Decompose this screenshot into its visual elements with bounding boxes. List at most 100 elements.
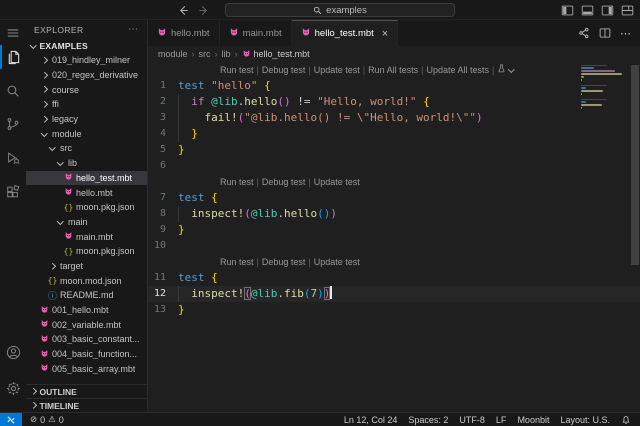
codelens-action[interactable]: Update All tests	[427, 62, 490, 78]
source-control-icon[interactable]	[0, 112, 26, 136]
code-line-8[interactable]: 8 inspect!(@lib.hello())	[148, 206, 640, 222]
tree-item-002-variable-mbt[interactable]: 002_variable.mbt	[26, 317, 147, 332]
close-icon[interactable]: ×	[382, 28, 388, 40]
tree-root-examples[interactable]: EXAMPLES	[26, 39, 147, 53]
tree-item-target[interactable]: target	[26, 259, 147, 274]
line-number: 6	[148, 158, 178, 174]
tree-item-001-hello-mbt[interactable]: 001_hello.mbt	[26, 303, 147, 318]
chevron-right-icon	[30, 402, 36, 408]
codelens-action[interactable]: Update test	[314, 174, 360, 190]
codelens-action[interactable]: Update test	[314, 254, 360, 270]
nav-back-icon[interactable]	[178, 5, 189, 16]
vertical-scrollbar[interactable]	[631, 65, 639, 265]
code-line-13[interactable]: 13}	[148, 302, 640, 318]
test-flask-icon[interactable]	[497, 62, 506, 78]
code-line-10[interactable]: 10	[148, 238, 640, 254]
remote-indicator[interactable]	[0, 413, 22, 426]
status-item-layout[interactable]: Layout: U.S.	[560, 415, 610, 425]
codelens-action[interactable]: Debug test	[262, 174, 306, 190]
text-cursor	[330, 286, 332, 299]
tree-item-main[interactable]: main	[26, 215, 147, 230]
status-item-lf[interactable]: LF	[496, 415, 507, 425]
code-line-7[interactable]: 7test {	[148, 190, 640, 206]
section-timeline[interactable]: TIMELINE	[26, 398, 147, 412]
code-line-3[interactable]: 3 fail!("@lib.hello() != \"Hello, world!…	[148, 110, 640, 126]
tree-item-label: moon.pkg.json	[74, 246, 135, 256]
search-view-icon[interactable]	[0, 79, 26, 103]
tab-hello-mbt[interactable]: hello.mbt	[148, 20, 220, 46]
toggle-primary-sidebar-icon[interactable]	[561, 4, 574, 17]
menu-icon[interactable]	[0, 21, 26, 45]
indent-guide	[178, 206, 179, 222]
chevron-down-icon[interactable]	[508, 66, 514, 72]
editor-group: hello.mbtmain.mbthello_test.mbt× ⋯ modul…	[148, 20, 640, 412]
code-line-1[interactable]: 1test "hello" {	[148, 78, 640, 94]
codelens-action[interactable]: Run test	[220, 62, 254, 78]
codelens-action[interactable]: Update test	[314, 62, 360, 78]
code-editor[interactable]: Run test|Debug test|Update test|Run All …	[148, 62, 640, 412]
tree-item-moon-mod-json[interactable]: {}moon.mod.json	[26, 273, 147, 288]
split-editor-icon[interactable]	[599, 27, 611, 39]
code-line-4[interactable]: 4 }	[148, 126, 640, 142]
nav-forward-icon[interactable]	[198, 5, 209, 16]
tree-item-moon-pkg-json[interactable]: {}moon.pkg.json	[26, 244, 147, 259]
explorer-more-actions-icon[interactable]: ⋯	[128, 24, 139, 35]
account-icon[interactable]	[0, 340, 26, 364]
extensions-icon[interactable]	[0, 180, 26, 204]
codelens-action[interactable]: Debug test	[262, 62, 306, 78]
indent-guide	[178, 94, 179, 110]
tree-item-019-hindley-milner[interactable]: 019_hindley_milner	[26, 53, 147, 68]
tab-hello_test-mbt[interactable]: hello_test.mbt×	[292, 20, 399, 46]
tree-item-004-basic-function-[interactable]: 004_basic_function...	[26, 347, 147, 362]
status-item-ln[interactable]: Ln 12, Col 24	[344, 415, 398, 425]
tree-item-moon-pkg-json[interactable]: {}moon.pkg.json	[26, 200, 147, 215]
tree-item-course[interactable]: course	[26, 82, 147, 97]
breadcrumb-item[interactable]: lib	[222, 49, 231, 59]
customize-layout-icon[interactable]	[621, 4, 634, 17]
share-icon[interactable]	[578, 27, 590, 39]
code-line-9[interactable]: 9}	[148, 222, 640, 238]
codelens-action[interactable]: Run test	[220, 254, 254, 270]
chevron-right-icon	[41, 87, 47, 93]
tree-item-005-basic-array-mbt[interactable]: 005_basic_array.mbt	[26, 361, 147, 376]
settings-gear-icon[interactable]	[0, 376, 26, 400]
codelens-action[interactable]: Run test	[220, 174, 254, 190]
codelens-action[interactable]: Run All tests	[368, 62, 418, 78]
codelens-action[interactable]: Debug test	[262, 254, 306, 270]
tab-main-mbt[interactable]: main.mbt	[220, 20, 292, 46]
tree-item-module[interactable]: module	[26, 126, 147, 141]
tree-item-hello-test-mbt[interactable]: hello_test.mbt	[26, 171, 147, 186]
tree-item-020-regex-derivative[interactable]: 020_regex_derivative	[26, 68, 147, 83]
section-outline[interactable]: OUTLINE	[26, 384, 147, 398]
tree-item-main-mbt[interactable]: main.mbt	[26, 229, 147, 244]
tree-item-readme-md[interactable]: ⓘREADME.md	[26, 288, 147, 303]
tree-item-label: course	[50, 85, 79, 95]
toggle-panel-icon[interactable]	[581, 4, 594, 17]
status-item-spaces[interactable]: Spaces: 2	[408, 415, 448, 425]
code-line-6[interactable]: 6	[148, 158, 640, 174]
code-line-11[interactable]: 11test {	[148, 270, 640, 286]
notifications-bell-icon[interactable]	[621, 415, 631, 425]
explorer-icon[interactable]	[0, 45, 26, 69]
code-line-2[interactable]: 2 if @lib.hello() != "Hello, world!" {	[148, 94, 640, 110]
tree-item-legacy[interactable]: legacy	[26, 112, 147, 127]
code-line-5[interactable]: 5}	[148, 142, 640, 158]
editor-more-actions-icon[interactable]: ⋯	[620, 27, 631, 40]
tree-item-lib[interactable]: lib	[26, 156, 147, 171]
toggle-secondary-sidebar-icon[interactable]	[601, 4, 614, 17]
tree-item-hello-mbt[interactable]: hello.mbt	[26, 185, 147, 200]
status-item-utf-8[interactable]: UTF-8	[459, 415, 485, 425]
run-and-debug-icon[interactable]	[0, 146, 26, 170]
breadcrumb-item[interactable]: src	[199, 49, 211, 59]
status-item-moonbit[interactable]: Moonbit	[517, 415, 549, 425]
code-line-12[interactable]: 12 inspect!(@lib.fib(7))	[148, 286, 640, 302]
tree-item-src[interactable]: src	[26, 141, 147, 156]
minimap[interactable]	[581, 65, 627, 110]
activity-bar	[0, 20, 26, 412]
tree-item-003-basic-constant-[interactable]: 003_basic_constant...	[26, 332, 147, 347]
problems-status[interactable]: ⊘ 0 ⚠ 0	[30, 414, 64, 425]
breadcrumb-item[interactable]: module	[158, 49, 188, 59]
tree-item-ffi[interactable]: ffi	[26, 97, 147, 112]
command-center-search[interactable]: examples	[225, 3, 455, 17]
breadcrumb-item-file[interactable]: hello_test.mbt	[242, 49, 310, 60]
